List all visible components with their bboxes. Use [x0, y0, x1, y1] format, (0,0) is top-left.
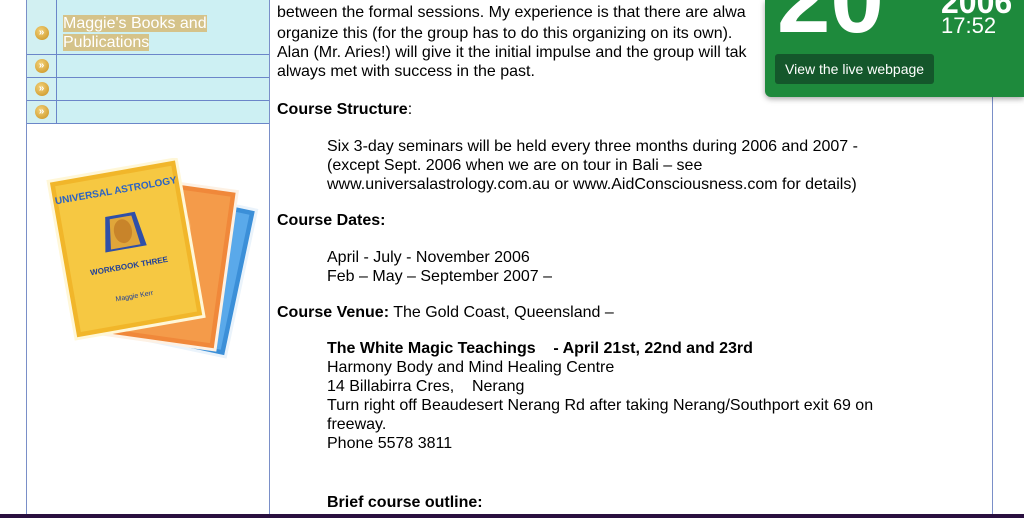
sidebar: » Maggie's Books and Publications » » » — [26, 0, 270, 514]
event-line: 14 Billabirra Cres, Nerang — [327, 378, 525, 395]
sidebar-item[interactable]: » — [27, 55, 269, 78]
chevron-right-icon: » — [34, 59, 49, 73]
bullet-cell: » — [27, 0, 57, 54]
event-title: The White Magic Teachings - April 21st, … — [327, 340, 753, 357]
bullet-cell: » — [27, 101, 57, 123]
book-front: UNIVERSAL ASTROLOGY WORKBOOK THREE Maggi… — [46, 158, 206, 341]
brief-outline-heading: Brief course outline: — [327, 494, 483, 511]
book-stack-image: UNIVERSAL ASTROLOGY WORKBOOK THREE Maggi… — [46, 158, 259, 359]
intro-line: always met with success in the past. — [277, 63, 535, 80]
archive-time: 17:52 — [941, 13, 997, 38]
nav-label-cell — [57, 55, 269, 77]
event-line: Harmony Body and Mind Healing Centre — [327, 359, 615, 376]
event-line: Phone 5578 3811 — [327, 435, 453, 452]
sidebar-item[interactable]: » — [27, 78, 269, 101]
dates-line: April - July - November 2006 — [327, 249, 530, 266]
nav-label-cell: Maggie's Books and Publications — [57, 0, 269, 54]
chevron-right-icon: » — [34, 105, 49, 119]
course-venue: Course Venue: The Gold Coast, Queensland… — [277, 304, 614, 321]
intro-line: between the formal sessions. My experien… — [277, 4, 746, 21]
dates-line: Feb – May – September 2007 – — [327, 268, 553, 285]
structure-line: (except Sept. 2006 when we are on tour i… — [327, 157, 703, 174]
bullet-cell: » — [27, 78, 57, 100]
chevron-right-icon: » — [34, 26, 49, 40]
nav-label-cell — [57, 78, 269, 100]
event-line: Turn right off Beaudesert Nerang Rd afte… — [327, 397, 874, 414]
event-line: freeway. — [327, 416, 387, 433]
chevron-right-icon: » — [34, 82, 49, 96]
nav-link-books[interactable]: Maggie's Books and Publications — [63, 14, 233, 52]
intro-line: Alan (Mr. Aries!) will give it the initi… — [277, 44, 747, 61]
view-live-webpage-button[interactable]: View the live webpage — [775, 54, 935, 84]
structure-line: Six 3-day seminars will be held every th… — [327, 138, 858, 155]
course-dates-heading: Course Dates: — [277, 212, 386, 229]
bullet-cell: » — [27, 55, 57, 77]
course-structure-heading: Course Structure: — [277, 101, 413, 118]
intro-line: organize this (for the group has to do t… — [277, 25, 733, 42]
archive-day: 20 — [777, 0, 884, 48]
sidebar-item[interactable]: » — [27, 101, 269, 124]
sidebar-nav: » Maggie's Books and Publications » » » — [27, 0, 269, 124]
sidebar-item[interactable]: » Maggie's Books and Publications — [27, 0, 269, 55]
nav-label-cell — [57, 101, 269, 123]
structure-line: www.universalastrology.com.au or www.Aid… — [327, 176, 857, 193]
archive-overlay: 20 2006 17:52 View the live webpage — [765, 0, 1024, 97]
bottom-bar — [0, 514, 1024, 518]
